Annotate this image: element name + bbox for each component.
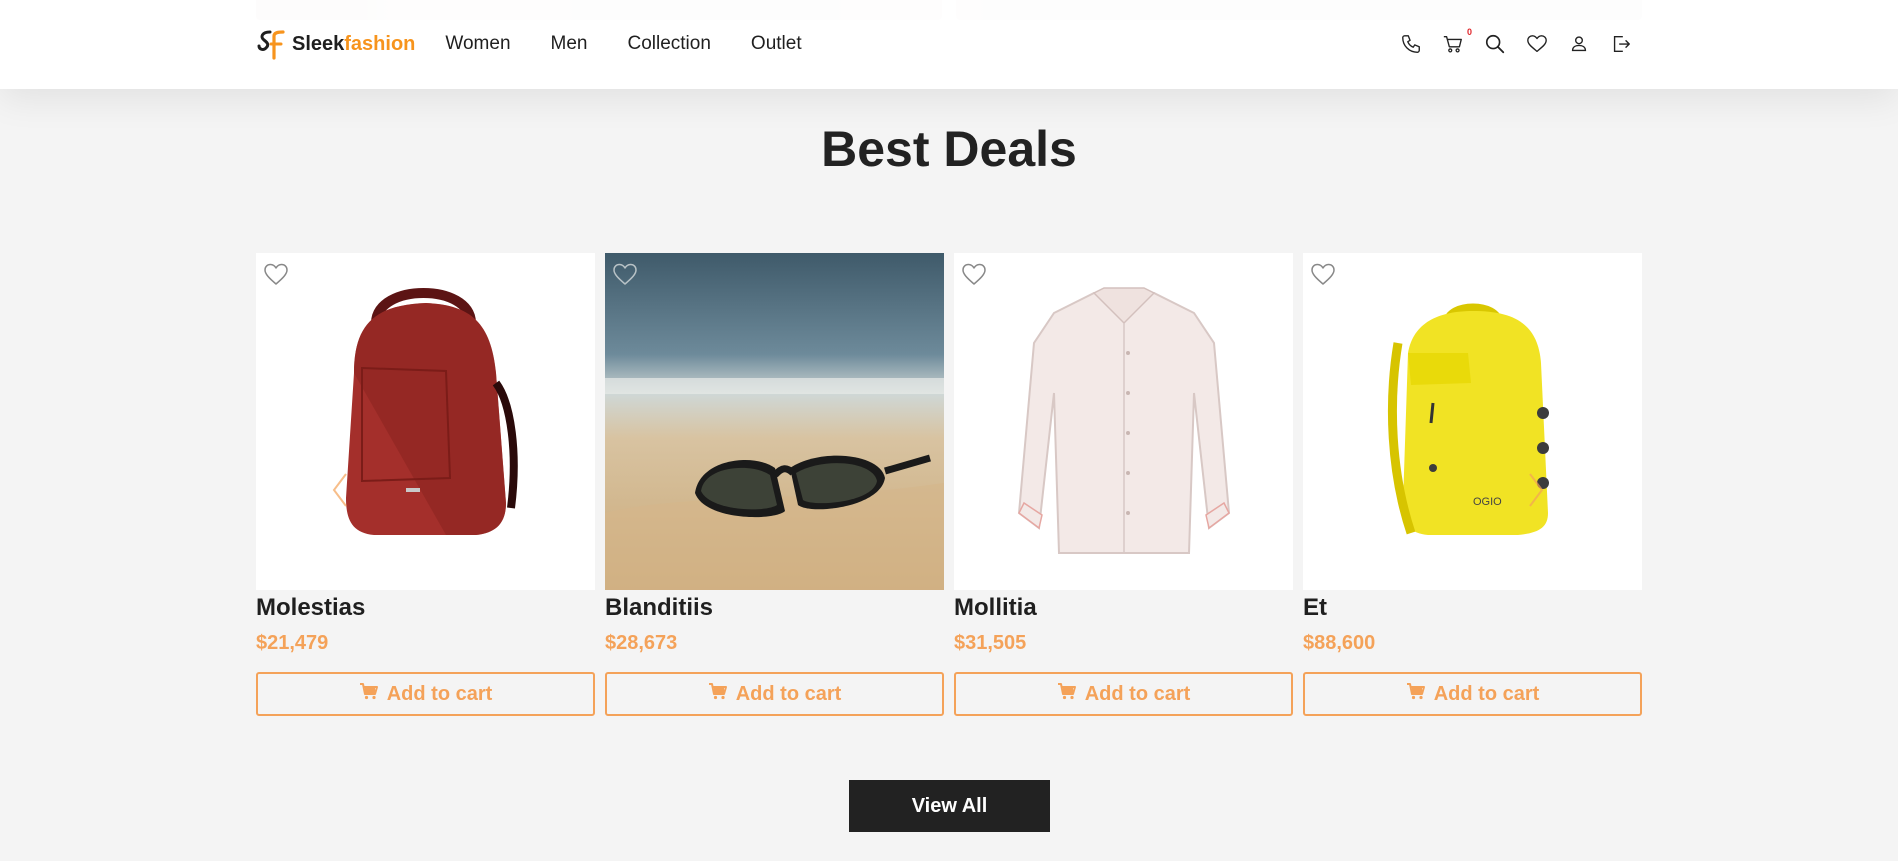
phone-icon[interactable] [1400,33,1422,55]
cart-add-icon [708,682,728,706]
wishlist-heart-icon[interactable] [1526,33,1548,55]
product-price: $88,600 [1303,632,1376,654]
add-to-cart-label: Add to cart [386,682,493,705]
product-card: Blanditiis $28,673 Add to cart [605,253,944,716]
add-to-cart-label: Add to cart [735,682,842,705]
product-price: $21,479 [256,632,329,654]
add-to-cart-button[interactable]: Add to cart [605,672,944,716]
cart-count-badge: 0 [1466,27,1472,37]
product-price: $28,673 [605,632,678,654]
wishlist-heart-icon[interactable] [1309,261,1337,287]
product-name[interactable]: Blanditiis [605,594,944,628]
product-image-sunglasses[interactable] [605,253,944,590]
add-to-cart-button[interactable]: Add to cart [256,672,595,716]
brand-logo[interactable]: Sleekfashion [256,28,415,60]
nav-item-men[interactable]: Men [551,33,588,55]
product-image-white-shirt[interactable] [954,253,1293,590]
main-nav: Women Men Collection Outlet [445,33,801,55]
nav-item-women[interactable]: Women [445,33,510,55]
wishlist-heart-icon[interactable] [960,261,988,287]
cart-icon[interactable]: 0 [1442,27,1472,55]
product-price: $31,505 [954,632,1027,654]
product-name[interactable]: Et [1303,594,1642,628]
add-to-cart-button[interactable]: Add to cart [954,672,1293,716]
carousel-next-arrow-icon[interactable] [1526,470,1546,510]
product-image-red-backpack[interactable] [256,253,595,590]
product-card: Molestias $21,479 Add to cart [256,253,595,716]
logout-icon[interactable] [1610,33,1632,55]
add-to-cart-label: Add to cart [1084,682,1191,705]
wishlist-heart-icon[interactable] [611,261,639,287]
logo-mark-icon [256,28,286,60]
section-title: Best Deals [821,121,1077,177]
product-card: Mollitia $31,505 Add to cart [954,253,1293,716]
svg-text:OGIO: OGIO [1473,496,1502,508]
view-all-button[interactable]: View All [849,780,1050,832]
carousel-prev-arrow-icon[interactable] [330,470,350,510]
header-actions: 0 [1400,27,1642,55]
nav-item-outlet[interactable]: Outlet [751,33,802,55]
cart-add-icon [1057,682,1077,706]
product-name[interactable]: Molestias [256,594,595,628]
product-card: OGIO Et $88,600 Add to cart [1303,253,1642,716]
nav-item-collection[interactable]: Collection [627,33,710,55]
cart-add-icon [359,682,379,706]
site-header: Sleekfashion Women Men Collection Outlet… [0,0,1898,89]
cart-add-icon [1406,682,1426,706]
wishlist-heart-icon[interactable] [262,261,290,287]
user-icon[interactable] [1568,33,1590,55]
add-to-cart-label: Add to cart [1433,682,1540,705]
brand-name: Sleekfashion [292,32,416,55]
product-image-yellow-backpack[interactable]: OGIO [1303,253,1642,590]
product-carousel: Molestias $21,479 Add to cart Blanditiis… [256,253,1642,716]
add-to-cart-button[interactable]: Add to cart [1303,672,1642,716]
search-icon[interactable] [1484,33,1506,55]
product-name[interactable]: Mollitia [954,594,1293,628]
